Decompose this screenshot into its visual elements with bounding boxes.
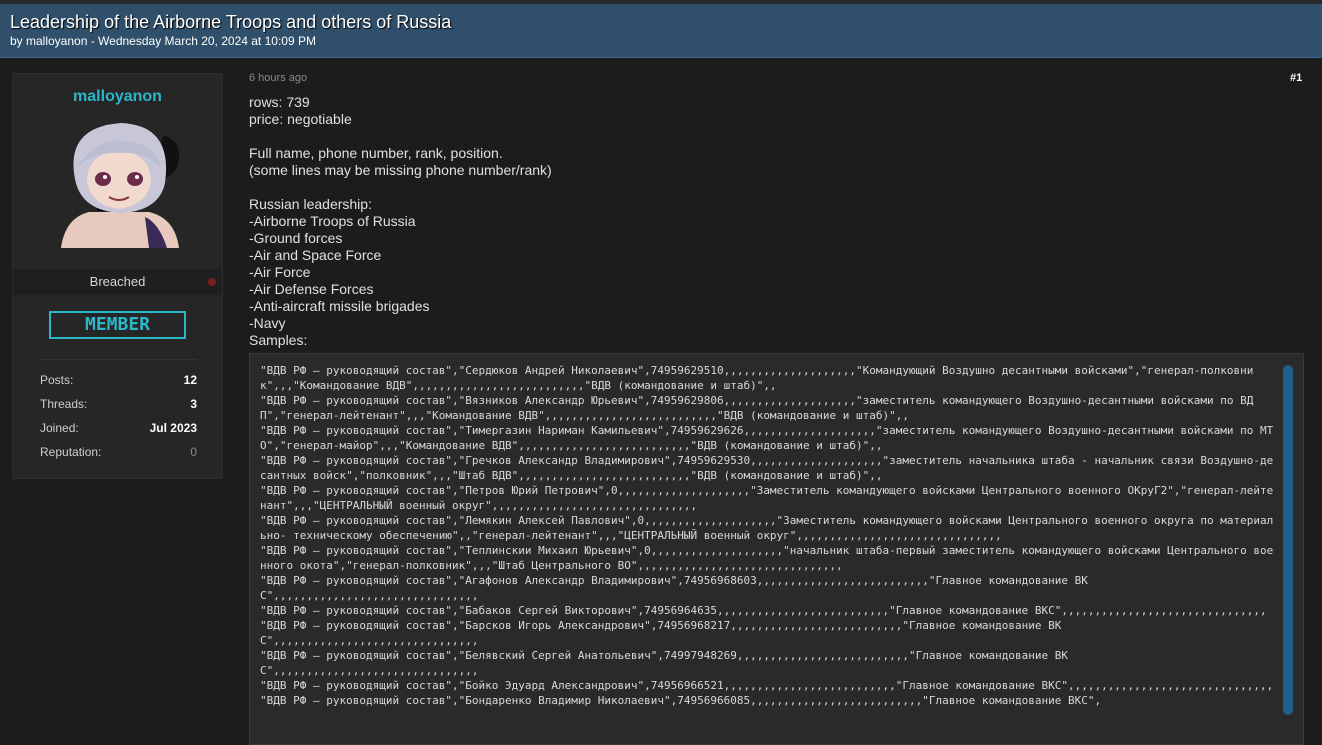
stat-label: Joined:: [40, 421, 79, 435]
user-status: Breached: [89, 274, 146, 289]
post-body-text: rows: 739 price: negotiable Full name, p…: [249, 94, 552, 348]
stat-value: 3: [190, 397, 197, 411]
stat-value: Jul 2023: [149, 421, 197, 435]
code-scrollbar[interactable]: [1283, 365, 1293, 715]
stat-label: Posts:: [40, 373, 74, 387]
post-timestamp: 6 hours ago: [249, 72, 308, 84]
user-status-bar: Breached: [13, 269, 222, 295]
stat-row-reputation: Reputation: 0: [40, 445, 197, 465]
divider: [40, 359, 197, 360]
stat-row-posts: Posts: 12: [40, 373, 197, 393]
rank-badge: MEMBER: [49, 311, 186, 339]
offline-dot-icon: [208, 278, 216, 286]
post-number-link[interactable]: #1: [1290, 72, 1302, 84]
thread-meta: by malloyanon - Wednesday March 20, 2024…: [10, 34, 316, 48]
thread-title: Leadership of the Airborne Troops and ot…: [10, 12, 452, 32]
avatar[interactable]: [53, 117, 184, 248]
stat-value: 0: [190, 445, 197, 459]
stat-row-threads: Threads: 3: [40, 397, 197, 417]
stat-label: Reputation:: [40, 445, 102, 459]
user-panel: malloyanon Breached MEMBER Posts: 12 Thr…: [12, 73, 223, 479]
username-link[interactable]: malloyanon: [13, 88, 222, 106]
stat-row-joined: Joined: Jul 2023: [40, 421, 197, 441]
thread-header: Leadership of the Airborne Troops and ot…: [0, 4, 1322, 58]
code-block[interactable]: "ВДВ РФ – руководящий состав","Сердюков …: [249, 353, 1304, 745]
code-content: "ВДВ РФ – руководящий состав","Сердюков …: [260, 364, 1274, 707]
stat-label: Threads:: [40, 397, 88, 411]
stat-value: 12: [183, 373, 197, 387]
